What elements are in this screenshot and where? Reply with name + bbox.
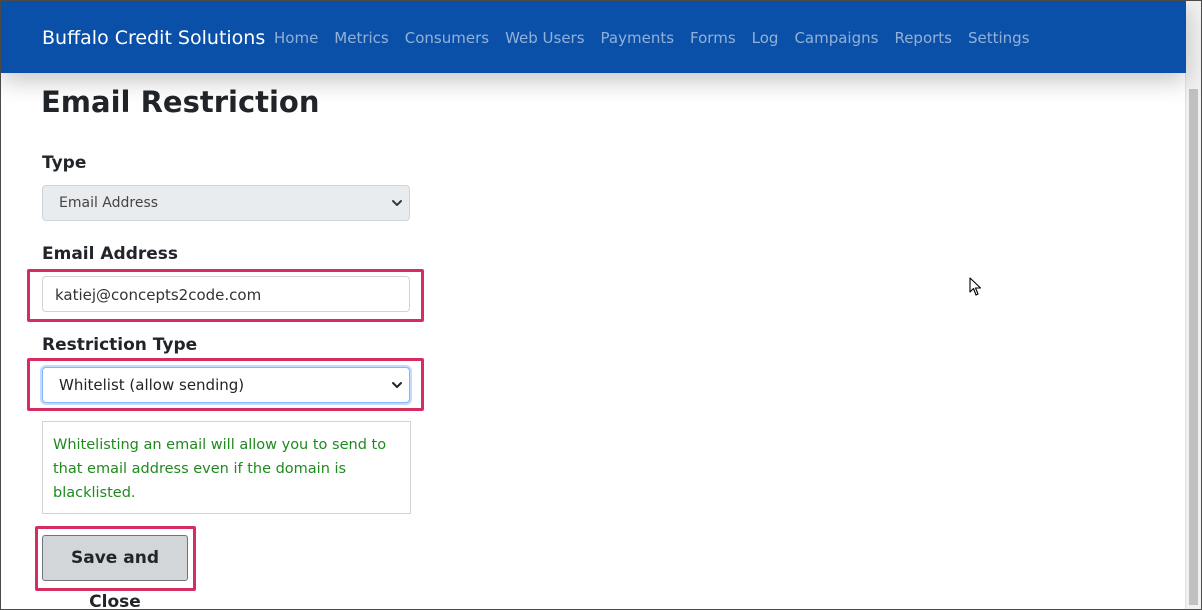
restriction-type-value: Whitelist (allow sending) xyxy=(59,376,245,394)
browser-window: Buffalo Credit Solutions Home Metrics Co… xyxy=(0,0,1202,610)
email-address-label: Email Address xyxy=(42,244,179,264)
hint-text: Whitelisting an email will allow you to … xyxy=(53,437,387,501)
nav-links: Home Metrics Consumers Web Users Payment… xyxy=(274,29,1046,47)
chevron-down-icon xyxy=(392,200,402,206)
email-address-value: katiej@concepts2code.com xyxy=(55,286,262,304)
page-title: Email Restriction xyxy=(41,85,320,119)
nav-link-metrics[interactable]: Metrics xyxy=(334,29,388,47)
brand-logo-text[interactable]: Buffalo Credit Solutions xyxy=(42,27,265,49)
nav-link-reports[interactable]: Reports xyxy=(894,29,952,47)
email-address-input[interactable]: katiej@concepts2code.com xyxy=(42,276,410,312)
top-navbar: Buffalo Credit Solutions Home Metrics Co… xyxy=(1,1,1186,73)
nav-link-settings[interactable]: Settings xyxy=(968,29,1030,47)
nav-link-web-users[interactable]: Web Users xyxy=(505,29,584,47)
restriction-type-label: Restriction Type xyxy=(42,335,198,355)
save-and-close-button[interactable]: Save and Close xyxy=(42,535,188,609)
type-label: Type xyxy=(42,153,87,173)
nav-link-campaigns[interactable]: Campaigns xyxy=(794,29,878,47)
hint-box: Whitelisting an email will allow you to … xyxy=(42,421,411,514)
nav-link-log[interactable]: Log xyxy=(752,29,779,47)
type-select[interactable]: Email Address xyxy=(42,185,410,221)
scrollbar-thumb[interactable] xyxy=(1189,89,1198,605)
vertical-scrollbar[interactable] xyxy=(1185,1,1201,609)
nav-link-home[interactable]: Home xyxy=(274,29,318,47)
restriction-type-select[interactable]: Whitelist (allow sending) xyxy=(42,367,410,403)
type-select-value: Email Address xyxy=(59,195,159,211)
nav-link-consumers[interactable]: Consumers xyxy=(405,29,489,47)
chevron-down-icon xyxy=(392,382,402,388)
nav-link-forms[interactable]: Forms xyxy=(690,29,736,47)
nav-link-payments[interactable]: Payments xyxy=(601,29,674,47)
mouse-pointer-icon xyxy=(969,277,982,296)
